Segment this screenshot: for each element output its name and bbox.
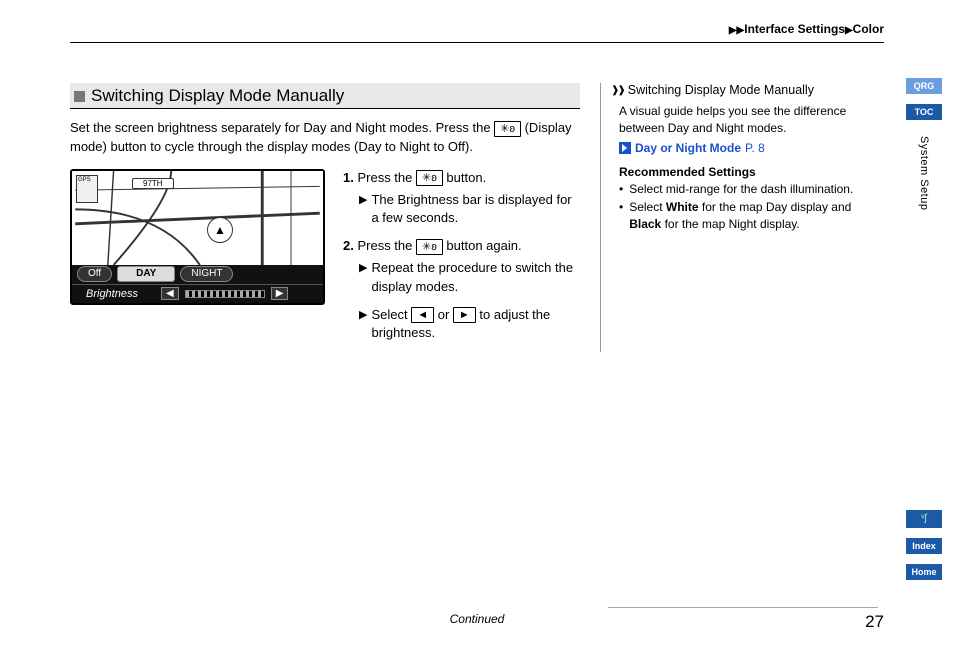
- qrg-button[interactable]: QRG: [906, 78, 942, 94]
- gps-indicator: GPS: [76, 175, 98, 203]
- step-sub-text: Select ◄ or ► to adjust the brightness.: [371, 306, 580, 342]
- footer-rule: [608, 607, 878, 608]
- triangle-bullet-icon: ▶: [359, 191, 367, 209]
- off-button: Off: [77, 266, 112, 282]
- display-mode-button-icon: ✳ʚ: [416, 170, 443, 186]
- step-number: 1.: [343, 170, 354, 185]
- breadcrumb: ▶▶Interface Settings▶Color: [70, 22, 884, 36]
- step-2-sub-2: ▶ Select ◄ or ► to adjust the brightness…: [343, 306, 580, 342]
- bullet-item: • Select mid-range for the dash illumina…: [611, 181, 870, 198]
- index-button[interactable]: Index: [906, 538, 942, 554]
- step-sub-text: The Brightness bar is displayed for a fe…: [371, 191, 580, 227]
- bullet-icon: •: [619, 181, 623, 198]
- display-mode-button-icon: ✳ʚ: [416, 239, 443, 255]
- left-arrow-button-icon: ◄: [411, 307, 434, 323]
- breadcrumb-item: Interface Settings: [744, 22, 845, 36]
- page-number: 27: [865, 612, 884, 632]
- main-column: Switching Display Mode Manually Set the …: [70, 83, 580, 352]
- link-label: Day or Night Mode: [635, 141, 741, 155]
- step-text: button again.: [443, 238, 522, 253]
- right-nav-rail: QRG TOC System Setup ᵛʃ Index Home: [906, 78, 942, 580]
- bullet-icon: •: [619, 199, 623, 233]
- bullet-text: Select mid-range for the dash illuminati…: [629, 181, 853, 198]
- compass-icon: ▲: [207, 217, 233, 243]
- device-control-bar: Off DAY NIGHT Brightness ◀ ▶: [72, 265, 323, 303]
- map-area: GPS 97TH ▲: [72, 171, 323, 265]
- bullet-item: • Select White for the map Day display a…: [611, 199, 870, 233]
- left-arrow-icon: ◀: [161, 287, 179, 300]
- side-column: ❱❱ Switching Display Mode Manually A vis…: [600, 83, 870, 352]
- chevron-right-icon: ▶▶: [729, 25, 744, 36]
- brightness-bar: [185, 290, 265, 298]
- intro-paragraph: Set the screen brightness separately for…: [70, 119, 580, 157]
- display-mode-button-icon: ✳ʚ: [494, 121, 521, 137]
- section-heading: Switching Display Mode Manually: [70, 83, 580, 109]
- bold-black: Black: [629, 217, 661, 231]
- step-text: Press the: [357, 238, 416, 253]
- step-text: Press the: [357, 170, 416, 185]
- page-footer: Continued 27: [70, 612, 884, 632]
- step-sub-text: Repeat the procedure to switch the displ…: [371, 259, 580, 295]
- voice-icon-button[interactable]: ᵛʃ: [906, 510, 942, 528]
- home-button[interactable]: Home: [906, 564, 942, 580]
- brightness-label: Brightness: [86, 288, 138, 300]
- intro-text: Set the screen brightness separately for…: [70, 120, 494, 135]
- chevron-right-icon: ▶: [845, 25, 853, 36]
- night-button: NIGHT: [180, 266, 233, 282]
- device-screenshot: GPS 97TH ▲ Off DAY NIGHT Brightness ◀: [70, 169, 325, 305]
- steps-list: 1. Press the ✳ʚ button. ▶ The Brightness…: [343, 169, 580, 353]
- road-label: 97TH: [132, 178, 174, 189]
- square-bullet-icon: [74, 91, 85, 102]
- breadcrumb-item: Color: [853, 22, 884, 36]
- step-2: 2. Press the ✳ʚ button again.: [343, 237, 580, 255]
- right-arrow-button-icon: ►: [453, 307, 476, 323]
- bold-white: White: [666, 200, 699, 214]
- triangle-bullet-icon: ▶: [359, 259, 367, 277]
- right-arrow-icon: ▶: [271, 287, 289, 300]
- double-chevron-icon: ❱❱: [611, 85, 624, 96]
- side-body-text: A visual guide helps you see the differe…: [611, 103, 870, 137]
- divider: [70, 42, 884, 43]
- step-2-sub-1: ▶ Repeat the procedure to switch the dis…: [343, 259, 580, 295]
- section-title: Switching Display Mode Manually: [91, 86, 344, 106]
- section-label: System Setup: [918, 136, 930, 210]
- link-icon: [619, 142, 631, 154]
- link-page: P. 8: [745, 141, 765, 155]
- step-number: 2.: [343, 238, 354, 253]
- cross-reference-link[interactable]: Day or Night Mode P. 8: [619, 141, 870, 155]
- bullet-text: Select White for the map Day display and…: [629, 199, 870, 233]
- recommended-settings-title: Recommended Settings: [619, 165, 870, 179]
- side-heading: ❱❱ Switching Display Mode Manually: [611, 83, 870, 97]
- step-text: button.: [443, 170, 486, 185]
- toc-button[interactable]: TOC: [906, 104, 942, 120]
- step-1: 1. Press the ✳ʚ button.: [343, 169, 580, 187]
- step-1-sub: ▶ The Brightness bar is displayed for a …: [343, 191, 580, 227]
- day-button: DAY: [117, 266, 175, 282]
- side-title: Switching Display Mode Manually: [628, 83, 814, 97]
- triangle-bullet-icon: ▶: [359, 306, 367, 324]
- continued-label: Continued: [450, 612, 505, 626]
